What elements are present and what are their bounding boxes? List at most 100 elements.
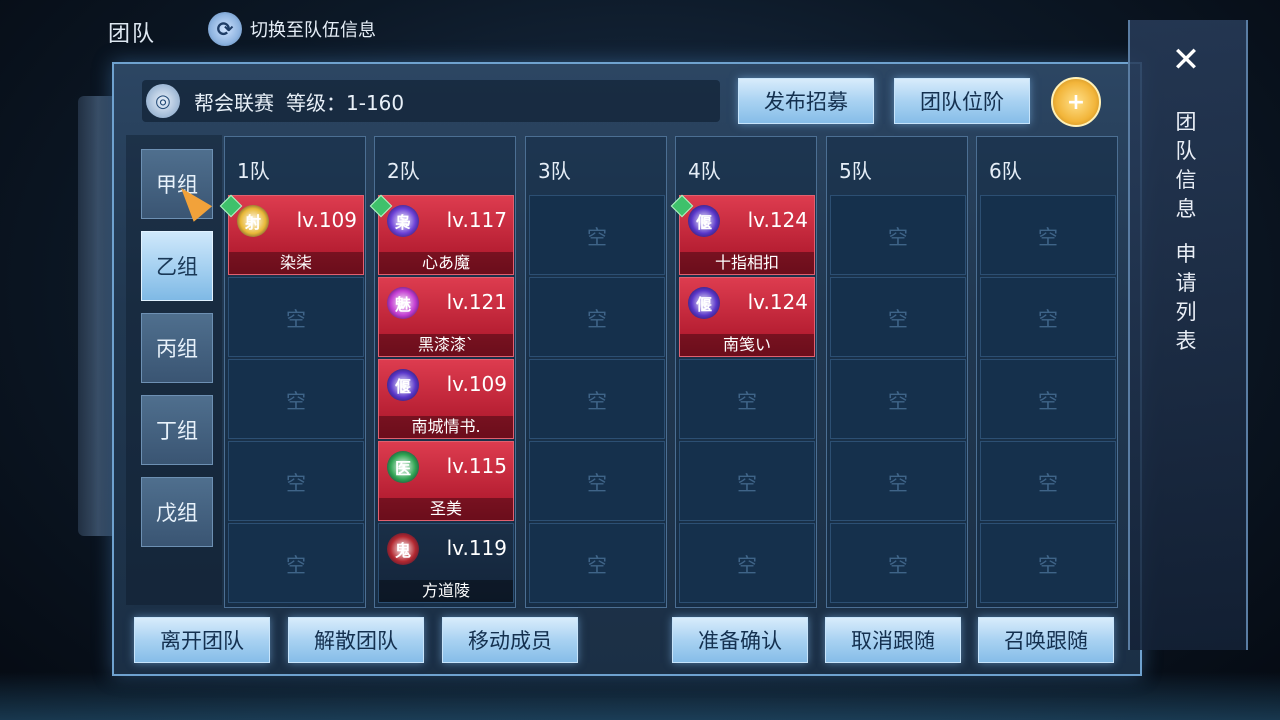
disband-team-button[interactable]: 解散团队 [288,617,424,663]
empty-slot[interactable]: 空 [830,523,966,603]
empty-label: 空 [587,224,607,249]
empty-label: 空 [888,470,908,495]
member-slot[interactable]: 魅 lv.121 黑漆漆` [378,277,514,357]
tab-group-ding[interactable]: 丁组 [141,395,213,465]
publish-recruit-button[interactable]: 发布招募 [738,78,874,124]
team-label: 6队 [989,159,1022,183]
side-tab-team-info[interactable]: 团队信息 [1171,108,1201,224]
empty-slot[interactable]: 空 [228,277,364,357]
empty-slot[interactable]: 空 [679,359,815,439]
summon-follow-button[interactable]: 召唤跟随 [978,617,1114,663]
empty-slot[interactable]: 空 [679,523,815,603]
class-icon: 射 [237,205,269,237]
member-name: 南城情书. [379,416,513,438]
empty-slot[interactable]: 空 [980,441,1116,521]
empty-label: 空 [737,552,757,577]
member-slot[interactable]: 偃 lv.124 南笺い [679,277,815,357]
team-label: 4队 [688,159,721,183]
team-label: 5队 [839,159,872,183]
empty-slot[interactable]: 空 [980,359,1116,439]
empty-label: 空 [587,552,607,577]
empty-slot[interactable]: 空 [980,523,1116,603]
class-icon: 偃 [387,369,419,401]
empty-slot[interactable]: 空 [830,277,966,357]
member-name: 圣美 [379,498,513,520]
empty-slot[interactable]: 空 [228,523,364,603]
switch-to-party-button[interactable]: ⟳ 切换至队伍信息 [208,12,376,46]
tab-group-bing[interactable]: 丙组 [141,313,213,383]
ready-check-button[interactable]: 准备确认 [672,617,808,663]
empty-label: 空 [286,552,306,577]
empty-label: 空 [888,552,908,577]
level-range: 等级：1-160 [286,90,405,115]
team-column: 3队空空空空空 [525,136,667,608]
move-member-button[interactable]: 移动成员 [442,617,578,663]
member-slot[interactable]: 射 lv.109 染柒 [219,194,364,275]
top-bar: 团队 ⟳ 切换至队伍信息 [0,0,1280,62]
empty-label: 空 [888,388,908,413]
empty-label: 空 [587,470,607,495]
empty-slot[interactable]: 空 [980,277,1116,357]
member-name: 十指相扣 [680,252,814,274]
team-label: 3队 [538,159,571,183]
empty-slot[interactable]: 空 [529,195,665,275]
team-label: 1队 [237,159,270,183]
team-label: 2队 [387,159,420,183]
empty-label: 空 [1038,552,1058,577]
empty-slot[interactable]: 空 [830,359,966,439]
member-name: 南笺い [680,334,814,356]
empty-slot[interactable]: 空 [228,359,364,439]
member-level: lv.117 [446,208,507,232]
close-icon[interactable]: ✕ [1168,42,1204,78]
member-slot[interactable]: 鬼 lv.119 方道陵 [378,523,514,603]
member-name: 方道陵 [379,580,513,602]
tab-group-wu[interactable]: 戊组 [141,477,213,547]
empty-label: 空 [737,388,757,413]
member-level: lv.115 [446,454,507,478]
empty-label: 空 [286,306,306,331]
member-slot[interactable]: 枭 lv.117 心あ魔 [369,194,514,275]
class-icon: 魅 [387,287,419,319]
activity-name: 帮会联赛 [194,90,274,115]
member-name: 心あ魔 [379,252,513,274]
member-slot[interactable]: 偃 lv.124 十指相扣 [670,194,815,275]
member-slot[interactable]: 医 lv.115 圣美 [378,441,514,521]
empty-slot[interactable]: 空 [529,441,665,521]
side-tab-apply-list[interactable]: 申请列表 [1171,240,1201,356]
tab-group-yi[interactable]: 乙组 [141,231,213,301]
class-icon: 枭 [387,205,419,237]
background-glow [0,672,1280,720]
class-icon: 偃 [688,205,720,237]
empty-slot[interactable]: 空 [529,523,665,603]
member-level: lv.124 [747,290,808,314]
member-level: lv.121 [446,290,507,314]
empty-label: 空 [1038,470,1058,495]
member-name: 黑漆漆` [379,334,513,356]
activity-icon: ◎ [146,84,180,118]
member-slot[interactable]: 偃 lv.109 南城情书. [378,359,514,439]
class-icon: 医 [387,451,419,483]
cancel-follow-button[interactable]: 取消跟随 [825,617,961,663]
empty-slot[interactable]: 空 [228,441,364,521]
empty-slot[interactable]: 空 [830,441,966,521]
empty-slot[interactable]: 空 [679,441,815,521]
empty-label: 空 [888,224,908,249]
empty-label: 空 [737,470,757,495]
empty-slot[interactable]: 空 [529,277,665,357]
empty-slot[interactable]: 空 [980,195,1116,275]
team-column: 6队空空空空空 [976,136,1118,608]
empty-label: 空 [286,388,306,413]
empty-slot[interactable]: 空 [529,359,665,439]
empty-label: 空 [1038,224,1058,249]
empty-label: 空 [587,388,607,413]
member-level: lv.124 [747,208,808,232]
empty-slot[interactable]: 空 [830,195,966,275]
empty-label: 空 [1038,306,1058,331]
empty-label: 空 [1038,388,1058,413]
refresh-icon: ⟳ [208,12,242,46]
team-column: 5队空空空空空 [826,136,968,608]
team-rank-button[interactable]: 团队位阶 [894,78,1030,124]
leave-team-button[interactable]: 离开团队 [134,617,270,663]
team-column: 2队枭 lv.117 心あ魔魅 lv.121 黑漆漆` 偃 lv.109 南城情书. 医 lv.1… [369,136,516,608]
add-member-icon[interactable]: + [1051,77,1101,127]
